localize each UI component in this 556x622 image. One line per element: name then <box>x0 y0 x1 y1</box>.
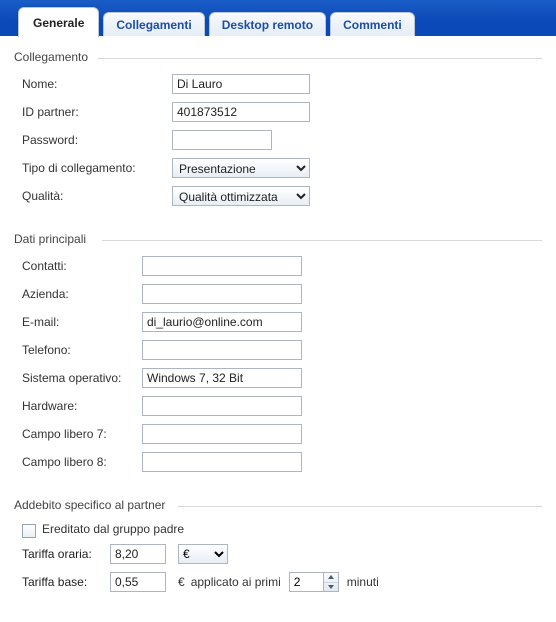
input-telefono[interactable] <box>142 340 302 360</box>
tab-desktop-remoto[interactable]: Desktop remoto <box>209 12 326 36</box>
input-nome[interactable] <box>172 74 310 94</box>
input-id-partner[interactable] <box>172 102 310 122</box>
label-telefono: Telefono: <box>22 343 142 357</box>
label-password: Password: <box>22 133 172 147</box>
chevron-up-icon <box>328 575 334 579</box>
select-qualita[interactable]: Qualità ottimizzata <box>172 186 310 206</box>
input-minuti[interactable] <box>289 572 323 592</box>
spinner-buttons <box>323 572 339 592</box>
label-id-partner: ID partner: <box>22 105 172 119</box>
input-hardware[interactable] <box>142 396 302 416</box>
spinner-down-button[interactable] <box>324 583 338 592</box>
fieldset-addebito: Addebito specifico al partner Ereditato … <box>14 498 542 602</box>
properties-window: Generale Collegamenti Desktop remoto Com… <box>0 0 556 622</box>
label-ereditato: Ereditato dal gruppo padre <box>42 522 184 536</box>
legend-collegamento: Collegamento <box>14 50 92 64</box>
label-minuti: minuti <box>347 575 379 589</box>
input-contatti[interactable] <box>142 256 302 276</box>
input-email[interactable] <box>142 312 302 332</box>
tab-bar: Generale Collegamenti Desktop remoto Com… <box>0 0 556 36</box>
divider <box>102 240 542 241</box>
divider <box>178 506 542 507</box>
select-valuta-oraria[interactable]: € <box>178 544 228 564</box>
input-azienda[interactable] <box>142 284 302 304</box>
checkbox-ereditato[interactable] <box>22 524 36 538</box>
input-tariffa-base[interactable] <box>110 572 166 592</box>
spinner-minuti <box>289 572 339 592</box>
input-campo-libero-7[interactable] <box>142 424 302 444</box>
label-qualita: Qualità: <box>22 189 172 203</box>
label-valuta-base: € <box>178 575 185 589</box>
fieldset-dati-principali: Dati principali Contatti: Azienda: E-mai… <box>14 232 542 482</box>
tab-generale[interactable]: Generale <box>18 7 99 37</box>
legend-dati-principali: Dati principali <box>14 232 90 246</box>
label-hardware: Hardware: <box>22 399 142 413</box>
input-sistema-operativo[interactable] <box>142 368 302 388</box>
input-password[interactable] <box>172 130 272 150</box>
chevron-down-icon <box>328 585 334 589</box>
fieldset-collegamento: Collegamento Nome: ID partner: Password:… <box>14 50 542 216</box>
spinner-up-button[interactable] <box>324 573 338 583</box>
tab-panel-generale: Collegamento Nome: ID partner: Password:… <box>0 36 556 622</box>
label-email: E-mail: <box>22 315 142 329</box>
divider <box>98 58 542 59</box>
select-tipo-collegamento[interactable]: Presentazione <box>172 158 310 178</box>
label-sistema-operativo: Sistema operativo: <box>22 371 142 385</box>
label-campo-libero-7: Campo libero 7: <box>22 427 142 441</box>
input-tariffa-oraria[interactable] <box>110 544 166 564</box>
legend-addebito: Addebito specifico al partner <box>14 498 169 512</box>
label-azienda: Azienda: <box>22 287 142 301</box>
label-nome: Nome: <box>22 77 172 91</box>
tab-collegamenti[interactable]: Collegamenti <box>103 12 204 36</box>
label-campo-libero-8: Campo libero 8: <box>22 455 142 469</box>
label-tariffa-base: Tariffa base: <box>22 575 110 589</box>
label-tariffa-oraria: Tariffa oraria: <box>22 547 110 561</box>
label-tipo-collegamento: Tipo di collegamento: <box>22 161 172 175</box>
tab-commenti[interactable]: Commenti <box>330 12 415 36</box>
tabs: Generale Collegamenti Desktop remoto Com… <box>18 6 556 36</box>
label-contatti: Contatti: <box>22 259 142 273</box>
label-applicato: applicato ai primi <box>191 575 281 589</box>
input-campo-libero-8[interactable] <box>142 452 302 472</box>
